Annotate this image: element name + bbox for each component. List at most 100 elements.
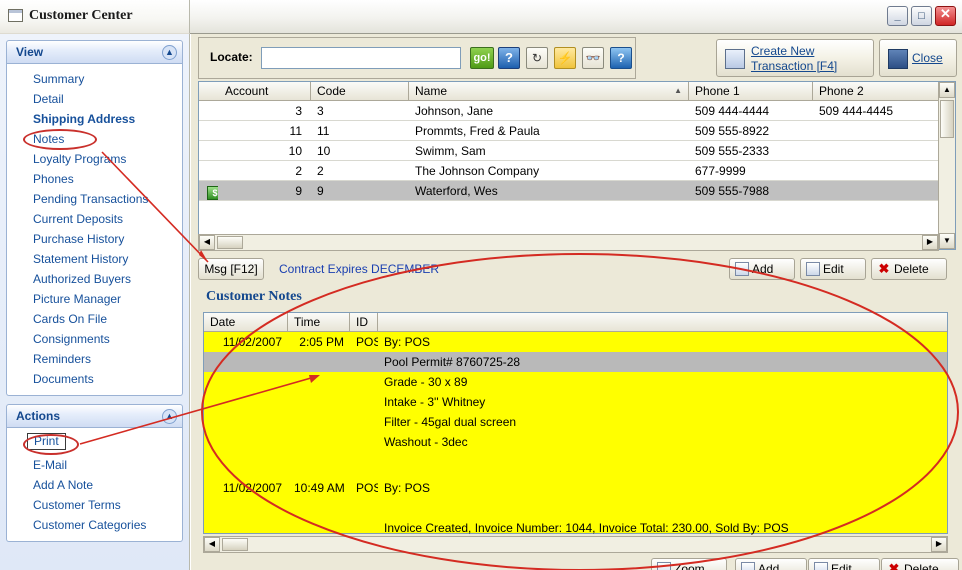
scroll-left-icon[interactable]: ◀ <box>204 537 220 552</box>
action-item-add-a-note[interactable]: Add A Note <box>7 475 182 495</box>
column-header-id[interactable]: ID <box>350 313 378 331</box>
sidebar-item-shipping-address[interactable]: Shipping Address <box>7 109 182 129</box>
scroll-right-icon[interactable]: ▶ <box>931 537 947 552</box>
delete-note-button[interactable]: ✖ Delete <box>881 558 959 570</box>
chevron-up-icon[interactable]: ▲ <box>162 409 177 424</box>
sidebar-item-summary[interactable]: Summary <box>7 69 182 89</box>
info-icon[interactable]: ? <box>610 47 632 69</box>
scroll-right-icon[interactable]: ▶ <box>922 235 938 250</box>
window-icon <box>8 9 23 22</box>
zoom-note-button[interactable]: Zoom <box>651 558 727 570</box>
cell-code: 9 <box>317 184 324 198</box>
close-button[interactable]: Close <box>879 39 957 77</box>
note-id: POS <box>356 335 378 349</box>
sidebar-item-documents[interactable]: Documents <box>7 369 182 389</box>
delete-customer-button[interactable]: ✖ Delete <box>871 258 947 280</box>
customer-notes-grid[interactable]: Date Time ID 11/02/2007 2:05 PM POS By: … <box>203 312 948 535</box>
cell-phone2 <box>813 121 939 140</box>
add-customer-button[interactable]: Add <box>729 258 795 280</box>
note-time: 2:05 PM <box>299 335 344 349</box>
action-item-customer-terms[interactable]: Customer Terms <box>7 495 182 515</box>
note-row[interactable]: Grade - 30 x 89 <box>204 372 947 392</box>
scroll-down-icon[interactable]: ▼ <box>939 233 955 249</box>
action-item-email[interactable]: E-Mail <box>7 455 182 475</box>
new-transaction-icon <box>725 49 745 69</box>
column-header-date[interactable]: Date <box>204 313 288 331</box>
sidebar-item-current-deposits[interactable]: Current Deposits <box>7 209 182 229</box>
note-text: Washout - 3dec <box>384 435 468 449</box>
customer-grid[interactable]: Account Code Name ▲ Phone 1 Phone 2 3 3 … <box>198 81 956 250</box>
add-note-button[interactable]: Add <box>735 558 807 570</box>
edit-customer-button[interactable]: Edit <box>800 258 866 280</box>
sidebar-item-detail[interactable]: Detail <box>7 89 182 109</box>
binoculars-icon[interactable]: 👓 <box>582 47 604 69</box>
sidebar-item-pending-transactions[interactable]: Pending Transactions <box>7 189 182 209</box>
zoom-icon <box>657 562 671 570</box>
scroll-up-icon[interactable]: ▲ <box>939 82 955 98</box>
note-row[interactable]: Invoice Created, Invoice Number: 1044, I… <box>204 518 947 538</box>
table-row[interactable]: 11 11 Prommts, Fred & Paula 509 555-8922 <box>199 121 955 141</box>
note-text: Pool Permit# 8760725-28 <box>384 355 521 369</box>
sidebar-item-reminders[interactable]: Reminders <box>7 349 182 369</box>
minimize-button[interactable]: _ <box>887 6 908 26</box>
column-header-phone2[interactable]: Phone 2 <box>813 82 939 100</box>
hscroll-thumb[interactable] <box>217 236 243 249</box>
note-row[interactable]: Intake - 3'' Whitney <box>204 392 947 412</box>
view-panel-header[interactable]: View ▲ <box>6 40 183 64</box>
notes-horizontal-scrollbar[interactable]: ◀ ▶ <box>203 536 948 553</box>
cell-phone1: 509 555-2333 <box>695 144 770 158</box>
edit-button-label: Edit <box>823 262 844 276</box>
sidebar-item-label: Authorized Buyers <box>33 272 132 286</box>
column-header-account[interactable]: Account <box>219 82 311 100</box>
actions-panel-header[interactable]: Actions ▲ <box>6 404 183 428</box>
sidebar-item-picture-manager[interactable]: Picture Manager <box>7 289 182 309</box>
grid-horizontal-scrollbar[interactable]: ◀ ▶ <box>198 234 939 251</box>
notes-hscroll-thumb[interactable] <box>222 538 248 551</box>
sidebar-item-statement-history[interactable]: Statement History <box>7 249 182 269</box>
note-row[interactable]: Filter - 45gal dual screen <box>204 412 947 432</box>
note-row[interactable]: 11/02/2007 2:05 PM POS By: POS <box>204 332 947 352</box>
create-new-transaction-button[interactable]: Create New Transaction [F4] <box>716 39 874 77</box>
edit-note-button[interactable]: Edit <box>808 558 880 570</box>
table-row[interactable]: 3 3 Johnson, Jane 509 444-4444 509 444-4… <box>199 101 955 121</box>
sidebar-item-purchase-history[interactable]: Purchase History <box>7 229 182 249</box>
lightning-icon[interactable]: ⚡ <box>554 47 576 69</box>
delete-icon: ✖ <box>878 261 890 276</box>
table-row-selected[interactable]: $ 9 9 Waterford, Wes 509 555-7988 <box>199 181 955 201</box>
scroll-left-icon[interactable]: ◀ <box>199 235 215 250</box>
table-row[interactable]: 10 10 Swimm, Sam 509 555-2333 <box>199 141 955 161</box>
note-row[interactable]: 11/02/2007 10:49 AM POS By: POS <box>204 478 947 498</box>
column-header-code[interactable]: Code <box>311 82 409 100</box>
note-date <box>204 372 288 392</box>
row-marker <box>199 101 219 120</box>
action-item-customer-categories[interactable]: Customer Categories <box>7 515 182 535</box>
sidebar-item-cards-on-file[interactable]: Cards On File <box>7 309 182 329</box>
grid-vertical-scrollbar[interactable]: ▲ ▼ <box>938 82 955 249</box>
locate-input[interactable] <box>261 47 461 69</box>
msg-button[interactable]: Msg [F12] <box>198 258 264 280</box>
sidebar-item-notes[interactable]: Notes <box>7 129 182 150</box>
refresh-icon[interactable]: ↻ <box>526 47 548 69</box>
sidebar-item-loyalty-programs[interactable]: Loyalty Programs <box>7 149 182 169</box>
note-row[interactable] <box>204 498 947 518</box>
chevron-up-icon[interactable]: ▲ <box>162 45 177 60</box>
go-button[interactable]: go! <box>470 47 494 69</box>
sidebar-item-consignments[interactable]: Consignments <box>7 329 182 349</box>
column-header-name-label: Name <box>415 84 448 98</box>
vscroll-thumb[interactable] <box>940 100 954 138</box>
column-header-name[interactable]: Name ▲ <box>409 82 689 100</box>
note-row[interactable] <box>204 452 947 478</box>
table-row[interactable]: 2 2 The Johnson Company 677-9999 <box>199 161 955 181</box>
column-header-time[interactable]: Time <box>288 313 350 331</box>
sidebar-item-authorized-buyers[interactable]: Authorized Buyers <box>7 269 182 289</box>
maximize-button[interactable]: □ <box>911 6 932 26</box>
column-header-note[interactable] <box>378 313 947 331</box>
sidebar-item-phones[interactable]: Phones <box>7 169 182 189</box>
note-row[interactable]: Pool Permit# 8760725-28 <box>204 352 947 372</box>
note-row[interactable]: Washout - 3dec <box>204 432 947 452</box>
help-button[interactable]: ? <box>498 47 520 69</box>
action-item-print-wrap: Print <box>7 433 182 455</box>
column-header-phone1[interactable]: Phone 1 <box>689 82 813 100</box>
close-window-button[interactable]: ✕ <box>935 6 956 26</box>
note-id <box>350 412 378 432</box>
